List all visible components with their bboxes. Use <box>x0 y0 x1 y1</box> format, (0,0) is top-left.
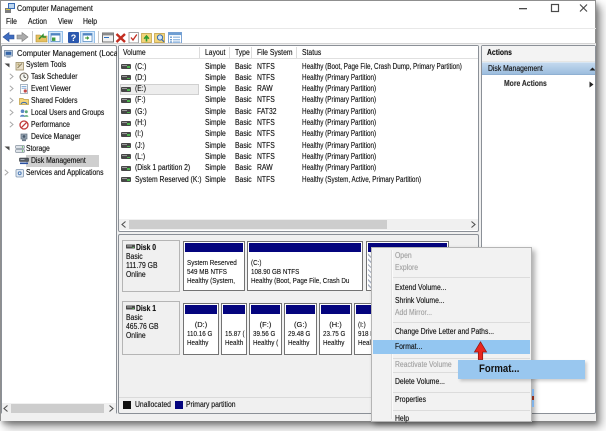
svg-text:?: ? <box>71 33 77 43</box>
